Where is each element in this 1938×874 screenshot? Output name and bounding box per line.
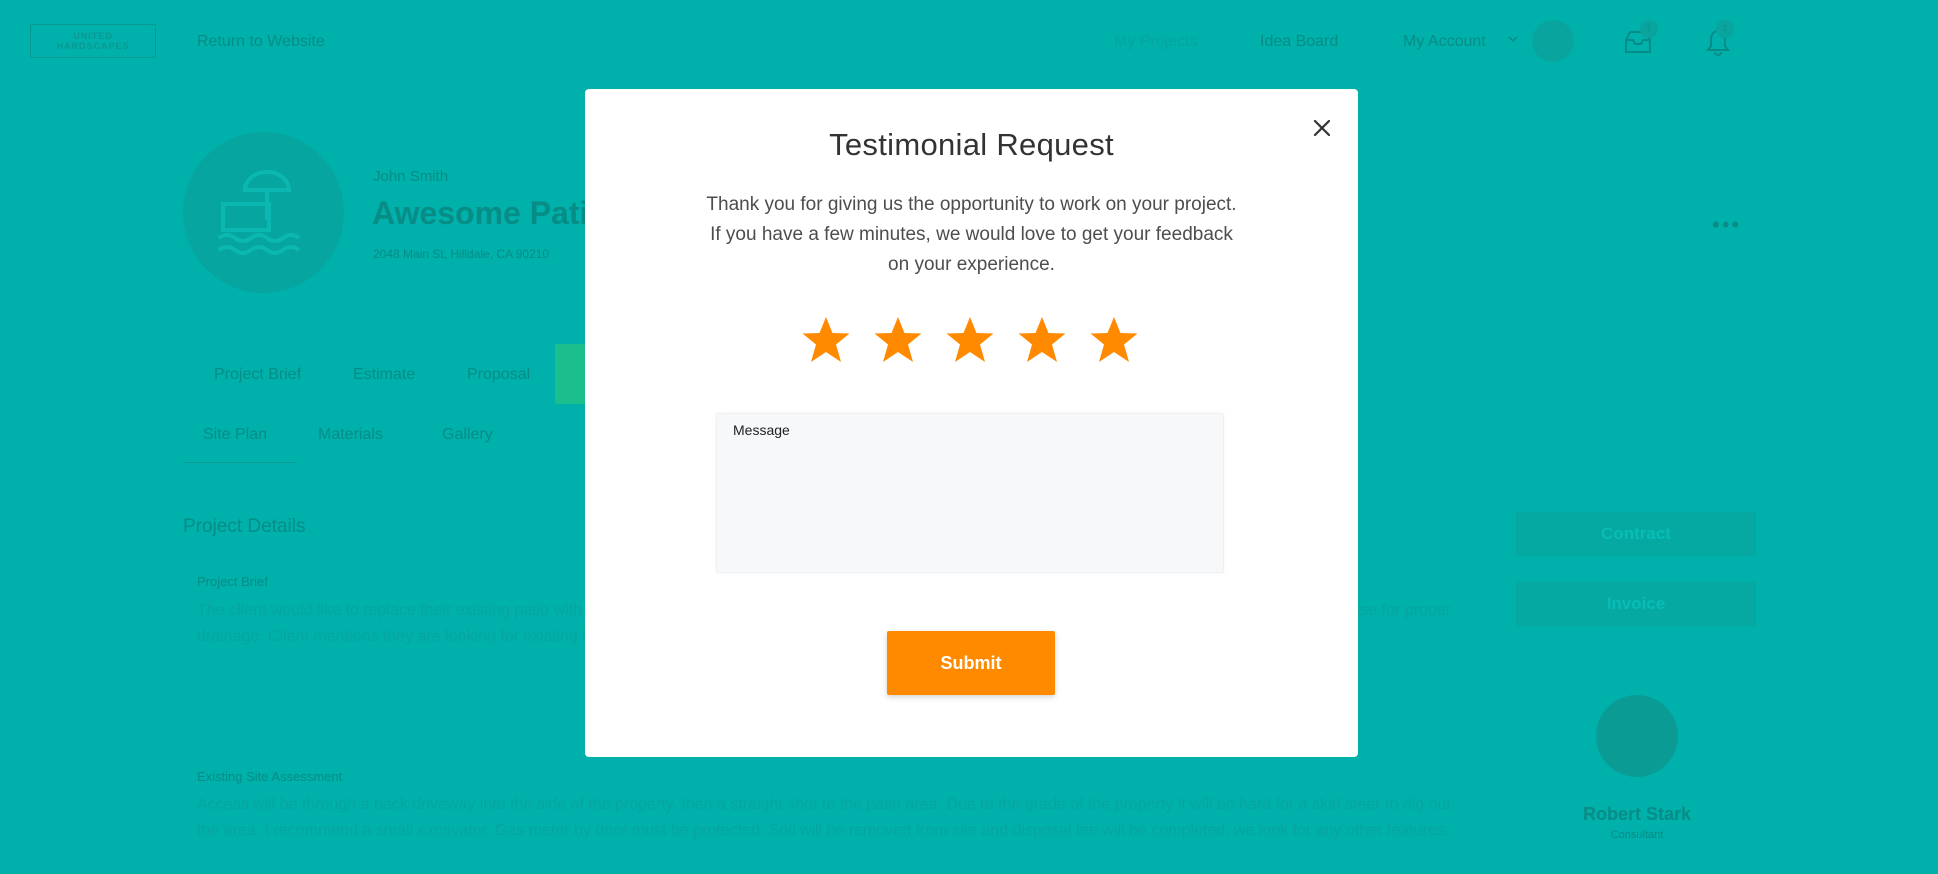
project-brief-label: Project Brief <box>197 574 268 589</box>
nav-my-projects[interactable]: My Projects <box>1114 33 1198 51</box>
nav-idea-board[interactable]: Idea Board <box>1260 33 1338 51</box>
logo-line-1: UNITED <box>73 31 113 41</box>
contact-name: Robert Stark <box>1582 804 1692 824</box>
invoice-button[interactable]: Invoice <box>1516 582 1756 626</box>
star-icon[interactable] <box>873 315 923 365</box>
project-owner-name: John Smith <box>373 168 449 185</box>
message-field[interactable]: Message <box>716 413 1224 573</box>
chevron-down-icon[interactable] <box>1508 34 1518 44</box>
modal-title: Testimonial Request <box>829 127 1114 162</box>
project-avatar <box>183 132 344 293</box>
star-rating <box>801 315 1139 371</box>
inbox-badge: 1 <box>1640 20 1658 38</box>
notification-badge: 1 <box>1716 20 1734 38</box>
tab-estimate[interactable]: Estimate <box>353 366 415 384</box>
site-assessment-text: Access will be through a back driveway i… <box>197 796 1451 839</box>
modal-description-line: Thank you for giving us the opportunity … <box>706 194 1237 215</box>
tab-active-indicator <box>555 344 585 404</box>
top-navigation-bar: UNITED HARDSCAPES Return to Website My P… <box>0 0 1938 86</box>
return-to-website-link[interactable]: Return to Website <box>197 33 325 51</box>
site-assessment-label: Existing Site Assessment <box>197 769 343 784</box>
star-icon[interactable] <box>1089 315 1139 365</box>
nav-my-account[interactable]: My Account <box>1403 33 1486 51</box>
testimonial-request-modal: Testimonial Request Thank you for giving… <box>585 89 1358 757</box>
section-title-project-details: Project Details <box>183 516 306 537</box>
contact-role: Consultant <box>1610 829 1664 841</box>
subtab-gallery[interactable]: Gallery <box>442 426 493 444</box>
submit-button[interactable]: Submit <box>887 631 1055 695</box>
star-icon[interactable] <box>801 315 851 365</box>
tab-proposal[interactable]: Proposal <box>467 366 530 384</box>
company-logo[interactable]: UNITED HARDSCAPES <box>30 24 156 58</box>
more-options-icon[interactable]: ••• <box>1712 212 1741 238</box>
star-icon[interactable] <box>1017 315 1067 365</box>
subtab-materials[interactable]: Materials <box>318 426 383 444</box>
modal-description-line: on your experience. <box>888 254 1055 275</box>
modal-description-line: If you have a few minutes, we would love… <box>710 224 1233 245</box>
message-label: Message <box>733 422 790 438</box>
project-address: 2048 Main St, Hilldale, CA 90210 <box>373 247 550 261</box>
patio-umbrella-icon <box>217 169 301 255</box>
contact-avatar <box>1596 695 1678 777</box>
star-icon[interactable] <box>945 315 995 365</box>
contract-button[interactable]: Contract <box>1516 512 1756 556</box>
subtab-underline <box>183 462 295 463</box>
tab-project-brief[interactable]: Project Brief <box>214 366 301 384</box>
modal-description: Thank you for giving us the opportunity … <box>585 190 1358 280</box>
subtab-site-plan[interactable]: Site Plan <box>203 426 267 444</box>
logo-line-2: HARDSCAPES <box>56 41 130 51</box>
message-input[interactable] <box>717 444 1223 572</box>
account-avatar[interactable] <box>1532 20 1574 62</box>
